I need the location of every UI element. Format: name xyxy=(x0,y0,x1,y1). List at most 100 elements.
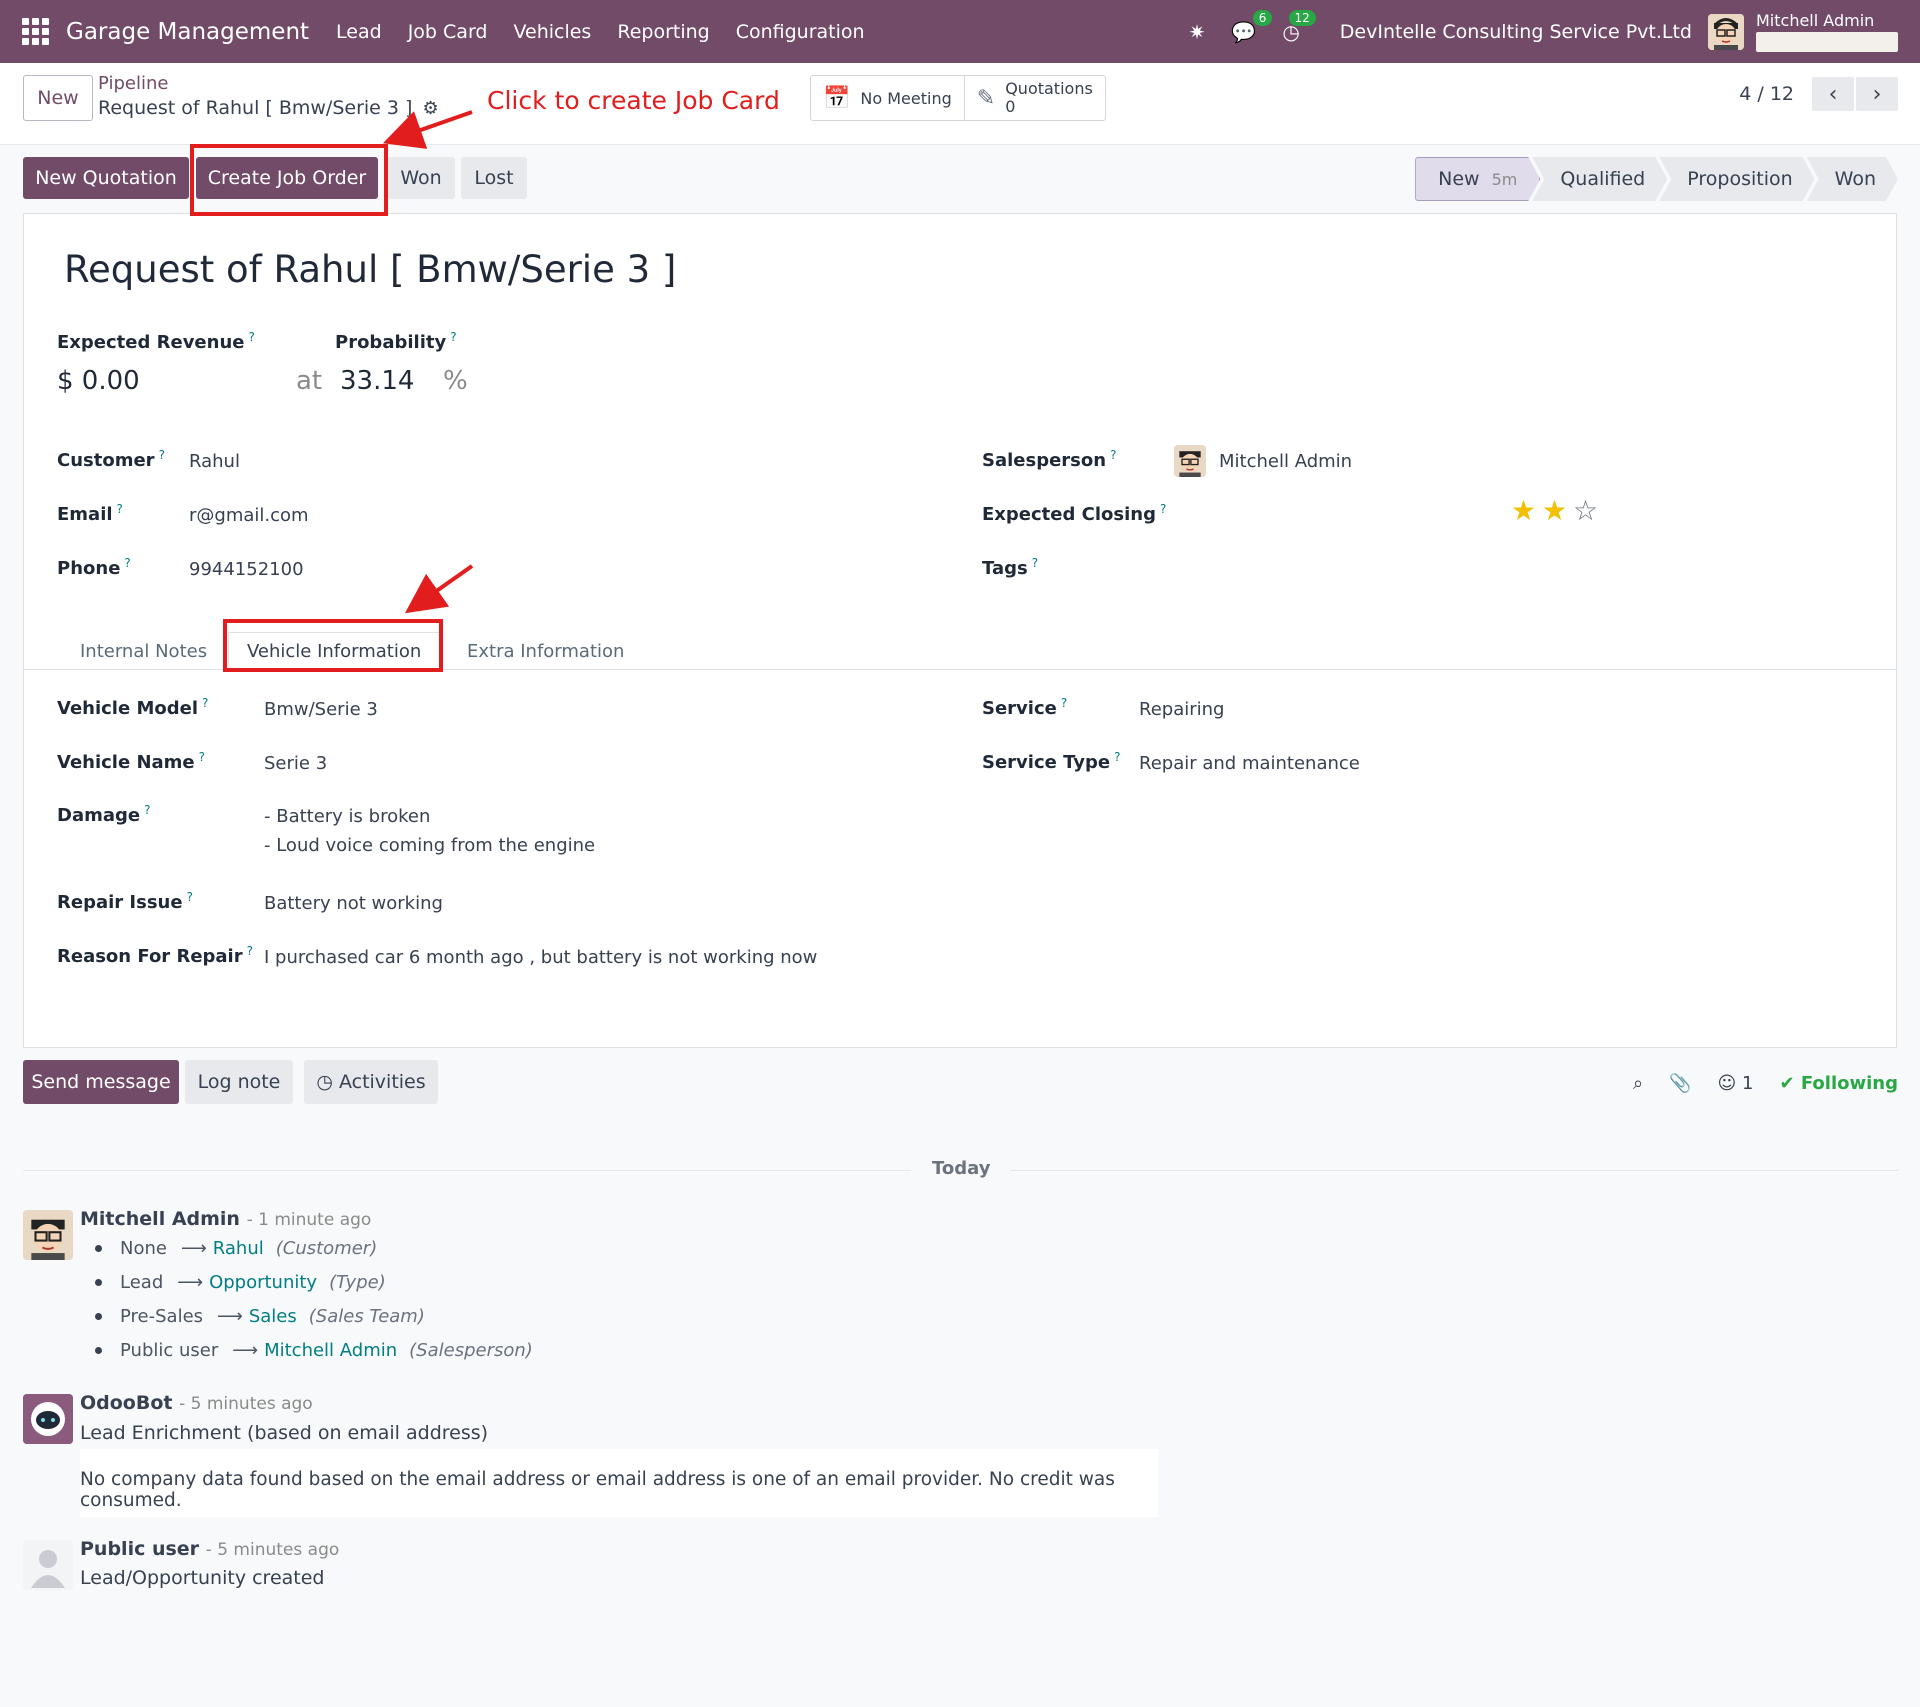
lost-button[interactable]: Lost xyxy=(461,157,527,199)
odoobot-avatar[interactable] xyxy=(23,1394,73,1444)
menu-lead[interactable]: Lead xyxy=(323,21,395,43)
opportunity-title[interactable]: Request of Rahul [ Bmw/Serie 3 ] xyxy=(64,248,676,291)
user-avatar[interactable] xyxy=(1708,13,1744,50)
tab-extra-information[interactable]: Extra Information xyxy=(467,632,624,670)
salesperson-field[interactable]: Mitchell Admin xyxy=(1219,451,1352,472)
salesperson-avatar xyxy=(1174,445,1206,477)
following-button[interactable]: ✔ Following xyxy=(1779,1073,1898,1094)
stage-new[interactable]: New 5m xyxy=(1415,157,1540,201)
at-label: at xyxy=(296,366,323,396)
damage-line-1[interactable]: - Battery is broken xyxy=(264,806,430,827)
expected-revenue-label: Expected Revenue? xyxy=(57,330,255,353)
log-note-button[interactable]: Log note xyxy=(185,1060,293,1104)
tracking-old-value: Lead xyxy=(120,1272,164,1293)
company-switcher[interactable]: DevIntelle Consulting Service Pvt.Ltd xyxy=(1340,21,1692,43)
message-date: - 5 minutes ago xyxy=(205,1540,340,1560)
vehicle-name-label: Vehicle Name? xyxy=(57,750,206,773)
no-meeting-button[interactable]: 📅 No Meeting xyxy=(811,76,964,120)
phone-field[interactable]: 9944152100 xyxy=(189,559,304,580)
app-title[interactable]: Garage Management xyxy=(66,19,309,45)
debug-bug-icon[interactable]: ✷ xyxy=(1189,20,1206,44)
breadcrumb-pipeline-link[interactable]: Pipeline xyxy=(98,73,439,94)
repair-issue-field[interactable]: Battery not working xyxy=(264,893,443,914)
stage-proposition-label: Proposition xyxy=(1687,168,1793,190)
followers-button[interactable]: ☺ 1 xyxy=(1718,1073,1754,1094)
user-menu[interactable]: Mitchell Admin xyxy=(1756,11,1898,52)
smart-buttons: 📅 No Meeting ✎ Quotations 0 xyxy=(810,75,1106,121)
vehicle-model-field[interactable]: Bmw/Serie 3 xyxy=(264,699,378,720)
tracking-field-name: (Sales Team) xyxy=(308,1306,425,1327)
tracking-new-value: Mitchell Admin xyxy=(264,1340,398,1361)
messages-chat-icon[interactable]: 💬 6 xyxy=(1231,9,1273,44)
tracking-field-name: (Customer) xyxy=(275,1238,378,1259)
search-icon[interactable]: ⌕ xyxy=(1633,1073,1643,1094)
tracking-value: Lead ⟶ Opportunity (Type) xyxy=(95,1272,386,1293)
won-button[interactable]: Won xyxy=(387,157,455,199)
reason-for-repair-field[interactable]: I purchased car 6 month ago , but batter… xyxy=(264,947,817,968)
priority-star-3-icon[interactable]: ☆ xyxy=(1573,494,1598,527)
activities-label: Activities xyxy=(338,1071,426,1093)
message-author[interactable]: OdooBot - 5 minutes ago xyxy=(80,1392,313,1414)
send-message-button[interactable]: Send message xyxy=(23,1060,179,1104)
customer-field[interactable]: Rahul xyxy=(189,451,240,472)
message-date: - 5 minutes ago xyxy=(179,1394,313,1414)
bullet xyxy=(95,1347,102,1354)
public-user-avatar[interactable] xyxy=(23,1540,73,1590)
quotations-button[interactable]: ✎ Quotations 0 xyxy=(963,76,1105,120)
menu-job-card[interactable]: Job Card xyxy=(395,21,501,43)
message-author-avatar[interactable] xyxy=(23,1210,73,1260)
today-divider-left xyxy=(23,1170,911,1171)
service-field[interactable]: Repairing xyxy=(1139,699,1224,720)
phone-label: Phone? xyxy=(57,556,131,579)
author-name[interactable]: OdooBot xyxy=(80,1392,172,1414)
following-label: Following xyxy=(1800,1072,1898,1094)
tracking-new-value: Rahul xyxy=(212,1238,264,1259)
apps-grid-icon[interactable] xyxy=(22,17,50,46)
tracking-value: None ⟶ Rahul (Customer) xyxy=(95,1238,377,1259)
create-job-order-button[interactable]: Create Job Order xyxy=(196,157,378,199)
pager-value[interactable]: 4 / 12 xyxy=(1739,83,1794,105)
tab-internal-notes[interactable]: Internal Notes xyxy=(80,632,207,670)
arrow-right-icon: ⟶ xyxy=(217,1306,243,1327)
author-name[interactable]: Mitchell Admin xyxy=(80,1208,240,1230)
probability-value[interactable]: 33.14 xyxy=(340,366,414,396)
tracking-new-value: Sales xyxy=(248,1306,297,1327)
author-name[interactable]: Public user xyxy=(80,1538,199,1560)
email-label: Email? xyxy=(57,502,123,525)
message-body: Lead/Opportunity created xyxy=(80,1567,325,1589)
email-field[interactable]: r@gmail.com xyxy=(189,505,309,526)
stage-proposition[interactable]: Proposition xyxy=(1659,157,1814,201)
chatter-topbar-right: ⌕ 📎 ☺ 1 ✔ Following xyxy=(1633,1060,1898,1106)
breadcrumb: Pipeline Request of Rahul [ Bmw/Serie 3 … xyxy=(98,73,439,119)
pager-next-button[interactable]: › xyxy=(1856,77,1898,111)
tracking-old-value: Public user xyxy=(120,1340,219,1361)
service-type-field[interactable]: Repair and maintenance xyxy=(1139,753,1360,774)
stage-qualified[interactable]: Qualified xyxy=(1532,157,1667,201)
quotations-label: Quotations xyxy=(1005,79,1093,98)
paperclip-icon[interactable]: 📎 xyxy=(1669,1073,1691,1094)
message-author[interactable]: Mitchell Admin - 1 minute ago xyxy=(80,1208,371,1230)
tracking-old-value: None xyxy=(120,1238,167,1259)
priority-star-1-icon[interactable]: ★ xyxy=(1511,494,1536,527)
message-author[interactable]: Public user - 5 minutes ago xyxy=(80,1538,339,1560)
tracking-value: Public user ⟶ Mitchell Admin (Salesperso… xyxy=(95,1340,533,1361)
priority-star-2-icon[interactable]: ★ xyxy=(1542,494,1567,527)
arrow-right-icon: ⟶ xyxy=(232,1340,259,1361)
menu-configuration[interactable]: Configuration xyxy=(723,21,878,43)
new-record-button[interactable]: New xyxy=(23,75,93,121)
expected-revenue-value[interactable]: $ 0.00 xyxy=(57,366,140,396)
vehicle-name-field[interactable]: Serie 3 xyxy=(264,753,327,774)
clock-icon: ◷ xyxy=(316,1071,333,1093)
menu-vehicles[interactable]: Vehicles xyxy=(500,21,604,43)
activities-clock-icon[interactable]: ◷ 12 xyxy=(1282,9,1316,44)
damage-label: Damage? xyxy=(57,803,151,826)
activities-button[interactable]: ◷ Activities xyxy=(304,1060,438,1104)
pager-previous-button[interactable]: ‹ xyxy=(1812,77,1854,111)
new-quotation-button[interactable]: New Quotation xyxy=(23,157,189,199)
salesperson-label: Salesperson? xyxy=(982,448,1117,471)
menu-reporting[interactable]: Reporting xyxy=(604,21,722,43)
damage-line-2[interactable]: - Loud voice coming from the engine xyxy=(264,835,595,856)
gear-icon[interactable]: ⚙ xyxy=(422,98,438,119)
tab-vehicle-information[interactable]: Vehicle Information xyxy=(228,632,441,670)
stage-won[interactable]: Won xyxy=(1807,157,1898,201)
